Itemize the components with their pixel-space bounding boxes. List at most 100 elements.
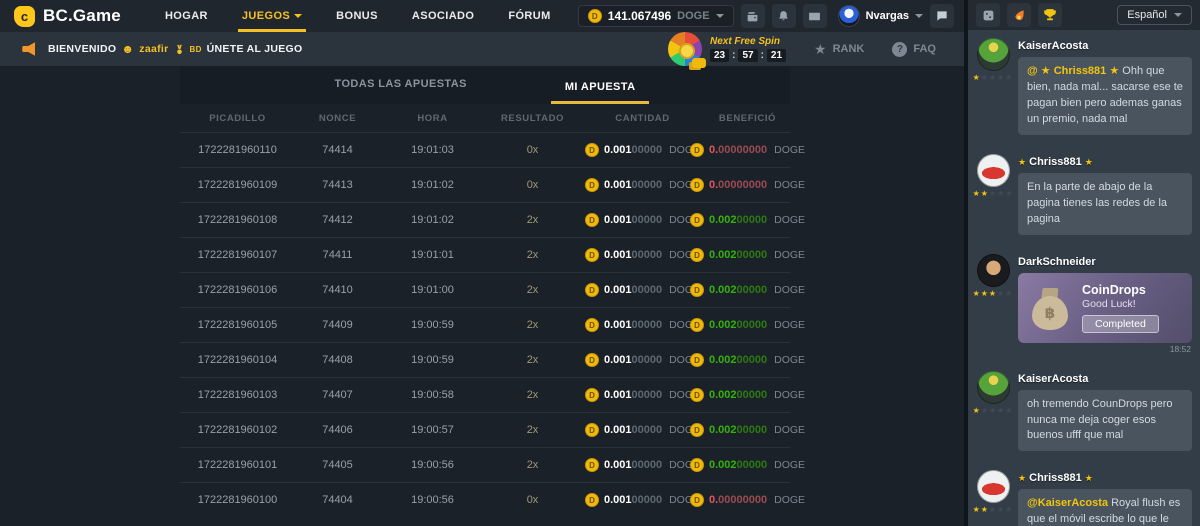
announcement-username[interactable]: zaafir bbox=[139, 43, 168, 55]
chat-bubbles: @KaiserAcosta Royal flush es que el móvi… bbox=[1018, 489, 1192, 526]
doge-coin-icon: D bbox=[585, 493, 599, 507]
wallet-button[interactable] bbox=[741, 4, 765, 28]
doge-coin-icon: D bbox=[585, 353, 599, 367]
table-row[interactable]: 1722281960106 74410 19:01:00 2x D 0.0010… bbox=[180, 272, 790, 307]
cell-result: 2x bbox=[485, 319, 580, 331]
contest-button[interactable] bbox=[1038, 3, 1062, 27]
table-row[interactable]: 1722281960107 74411 19:01:01 2x D 0.0010… bbox=[180, 237, 790, 272]
announcement-bar: BIENVENIDO ☻ zaafir BD ÚNETE AL JUEGO Ne… bbox=[0, 32, 964, 66]
cell-time: 19:00:59 bbox=[380, 354, 485, 366]
balance-amount: 141.067496 bbox=[608, 9, 671, 23]
cell-amount: D 0.00100000 DOGE bbox=[580, 283, 705, 297]
doge-coin-icon: D bbox=[690, 143, 704, 157]
mention[interactable]: @ ★ Chriss881 ★ bbox=[1027, 65, 1119, 77]
chat-bubble: En la parte de abajo de la pagina tienes… bbox=[1018, 173, 1192, 235]
table-row[interactable]: 1722281960100 74404 19:00:56 0x D 0.0010… bbox=[180, 482, 790, 517]
chat-message-body: KaiserAcosta @ ★ Chriss881 ★ Ohh que bie… bbox=[1018, 38, 1192, 141]
chevron-down-icon bbox=[915, 14, 923, 18]
cell-nonce: 74410 bbox=[295, 284, 380, 296]
faq-link[interactable]: ? FAQ bbox=[892, 42, 936, 57]
trophy-icon bbox=[1043, 8, 1057, 22]
avatar[interactable] bbox=[977, 254, 1010, 287]
bets-table-header: PICADILLONONCEHORARESULTADOCANTIDADBENEF… bbox=[180, 104, 790, 132]
cell-amount: D 0.00100000 DOGE bbox=[580, 248, 705, 262]
free-spin-info: Next Free Spin 23:57:21 bbox=[710, 36, 786, 62]
cell-profit: D 0.00000000 DOGE bbox=[705, 493, 790, 507]
cell-hash: 1722281960110 bbox=[180, 144, 295, 156]
coindrop-card[interactable]: ฿ CoinDrops Good Luck! Completed bbox=[1018, 273, 1192, 343]
smiley-icon: ☻ bbox=[121, 42, 134, 56]
message-timestamp: 18:52 bbox=[1018, 344, 1191, 354]
table-row[interactable]: 1722281960102 74406 19:00:57 2x D 0.0010… bbox=[180, 412, 790, 447]
chat-message-left: ★★★★★ bbox=[976, 371, 1010, 458]
mention[interactable]: @KaiserAcosta bbox=[1027, 497, 1108, 509]
chevron-down-icon bbox=[294, 14, 302, 18]
table-row[interactable]: 1722281960108 74412 19:01:02 2x D 0.0010… bbox=[180, 202, 790, 237]
tab[interactable]: TODAS LAS APUESTAS bbox=[321, 78, 481, 104]
table-row[interactable]: 1722281960101 74405 19:00:56 2x D 0.0010… bbox=[180, 447, 790, 482]
wallet-icon bbox=[746, 10, 759, 23]
doge-coin-icon: D bbox=[585, 143, 599, 157]
language-selector[interactable]: Español bbox=[1117, 5, 1192, 25]
cell-hash: 1722281960107 bbox=[180, 249, 295, 261]
doge-coin-icon: D bbox=[585, 423, 599, 437]
cell-profit: D 0.00000000 DOGE bbox=[705, 178, 790, 192]
chat-username[interactable]: ★ Chriss881 ★ bbox=[1018, 472, 1192, 484]
dice-button[interactable] bbox=[976, 3, 1000, 27]
cell-nonce: 74413 bbox=[295, 179, 380, 191]
dice-icon bbox=[982, 9, 995, 22]
cell-nonce: 74407 bbox=[295, 389, 380, 401]
column-header: CANTIDAD bbox=[580, 113, 705, 124]
avatar[interactable] bbox=[977, 470, 1010, 503]
user-menu[interactable]: Nvargas bbox=[838, 5, 923, 27]
cell-nonce: 74404 bbox=[295, 494, 380, 506]
messages-button[interactable] bbox=[803, 4, 827, 28]
chat-header: Español bbox=[968, 0, 1200, 30]
chat-toggle-button[interactable] bbox=[930, 4, 954, 28]
tab[interactable]: MI APUESTA bbox=[551, 81, 650, 104]
table-row[interactable]: 1722281960105 74409 19:00:59 2x D 0.0010… bbox=[180, 307, 790, 342]
balance-selector[interactable]: D 141.067496 DOGE bbox=[578, 5, 734, 27]
cell-result: 2x bbox=[485, 214, 580, 226]
notifications-button[interactable] bbox=[772, 4, 796, 28]
language-label: Español bbox=[1127, 9, 1167, 21]
chat-bubbles: @ ★ Chriss881 ★ Ohh que bien, nada mal..… bbox=[1018, 57, 1192, 135]
nav-item-bonus[interactable]: BONUS bbox=[336, 0, 378, 32]
chat-message-body: DarkSchneider ฿ CoinDrops Good Luck! Com… bbox=[1018, 254, 1192, 358]
rank-link[interactable]: ★ RANK bbox=[814, 42, 864, 56]
medal-icon bbox=[174, 44, 185, 55]
table-row[interactable]: 1722281960109 74413 19:01:02 0x D 0.0010… bbox=[180, 167, 790, 202]
cell-hash: 1722281960101 bbox=[180, 459, 295, 471]
avatar[interactable] bbox=[977, 38, 1010, 71]
free-spin-widget[interactable]: Next Free Spin 23:57:21 bbox=[668, 32, 786, 66]
chat-username[interactable]: KaiserAcosta bbox=[1018, 40, 1192, 52]
avatar[interactable] bbox=[977, 371, 1010, 404]
table-row[interactable]: 1722281960104 74408 19:00:59 2x D 0.0010… bbox=[180, 342, 790, 377]
chat-username[interactable]: KaiserAcosta bbox=[1018, 373, 1192, 385]
coindrop-button[interactable] bbox=[1007, 3, 1031, 27]
nav-item-juegos[interactable]: JUEGOS bbox=[242, 0, 302, 32]
chat-username[interactable]: DarkSchneider bbox=[1018, 256, 1192, 268]
nav-item-fórum[interactable]: FÓRUM bbox=[508, 0, 550, 32]
nav-item-asociado[interactable]: ASOCIADO bbox=[412, 0, 474, 32]
chat-message-body: KaiserAcosta oh tremendo CounDrops pero … bbox=[1018, 371, 1192, 458]
chat-username[interactable]: ★ Chriss881 ★ bbox=[1018, 156, 1192, 168]
cell-hash: 1722281960105 bbox=[180, 319, 295, 331]
cell-time: 19:01:03 bbox=[380, 144, 485, 156]
table-row[interactable]: 1722281960110 74414 19:01:03 0x D 0.0010… bbox=[180, 132, 790, 167]
avatar[interactable] bbox=[977, 154, 1010, 187]
cell-nonce: 74411 bbox=[295, 249, 380, 261]
user-rating-stars: ★★★★★ bbox=[973, 74, 1014, 82]
doge-coin-icon: D bbox=[585, 283, 599, 297]
table-row[interactable]: 1722281960103 74407 19:00:58 2x D 0.0010… bbox=[180, 377, 790, 412]
cell-result: 0x bbox=[485, 179, 580, 191]
nav-item-hogar[interactable]: HOGAR bbox=[165, 0, 208, 32]
chat-message-body: ★ Chriss881 ★ @KaiserAcosta Royal flush … bbox=[1018, 470, 1192, 526]
fireball-icon bbox=[1012, 8, 1026, 22]
brand-logo[interactable]: c BC.Game bbox=[14, 6, 121, 27]
chat-message-left: ★★★★★ bbox=[976, 38, 1010, 141]
user-avatar bbox=[838, 5, 860, 27]
chat-message: ★★★★★ ★ Chriss881 ★ En la parte de abajo… bbox=[976, 154, 1192, 241]
cell-result: 2x bbox=[485, 424, 580, 436]
bets-tabs: TODAS LAS APUESTAS MI APUESTA bbox=[180, 66, 790, 104]
